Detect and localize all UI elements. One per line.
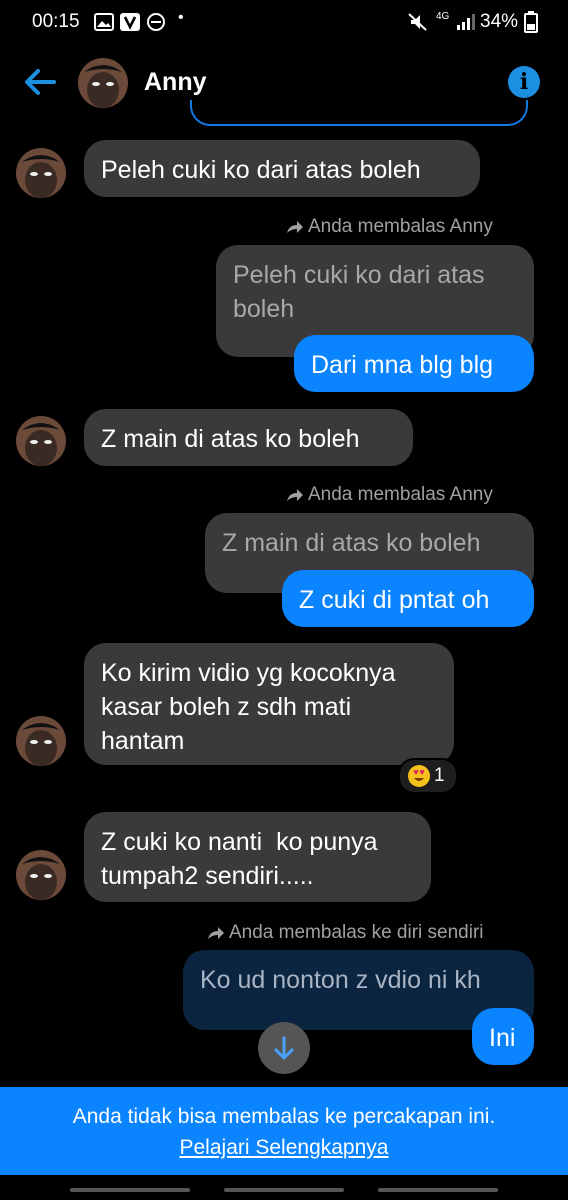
v-app-icon — [120, 13, 140, 31]
battery-percent: 34% — [480, 11, 519, 32]
heart-eyes-emoji-icon — [408, 765, 430, 787]
system-nav-bar — [0, 1175, 568, 1200]
reply-label: Anda membalas Anny — [286, 216, 493, 238]
contact-avatar[interactable] — [78, 58, 128, 108]
battery-icon — [524, 11, 538, 33]
status-time: 00:15 — [32, 11, 80, 32]
reply-label: Anda membalas ke diri sendiri — [207, 922, 484, 944]
outgoing-message[interactable]: Ini — [472, 1008, 534, 1065]
reply-arrow-icon — [208, 927, 224, 939]
mute-icon — [408, 13, 427, 31]
banner-notice: Anda tidak bisa membalas ke percakapan i… — [72, 1105, 496, 1128]
contact-name[interactable]: Anny — [144, 68, 207, 97]
sender-avatar[interactable] — [16, 850, 66, 900]
arrow-down-icon — [274, 1036, 294, 1060]
status-bar: 00:15 • 4G 34% — [0, 0, 568, 44]
cannot-reply-banner: Anda tidak bisa membalas ke percakapan i… — [0, 1087, 568, 1175]
signal-icon — [457, 14, 475, 30]
incoming-message[interactable]: Z cuki ko nanti ko punya tumpah2 sendiri… — [84, 812, 431, 902]
partial-message-bubble — [190, 100, 528, 126]
nav-recents[interactable] — [70, 1188, 190, 1192]
gallery-icon — [94, 13, 114, 31]
reply-arrow-icon — [287, 489, 303, 501]
back-arrow-icon[interactable] — [20, 64, 60, 100]
incoming-message[interactable]: Ko kirim vidio yg kocoknya kasar boleh z… — [84, 643, 454, 765]
nav-home[interactable] — [224, 1188, 344, 1192]
sender-avatar[interactable] — [16, 716, 66, 766]
network-type: 4G — [436, 11, 450, 22]
reply-arrow-icon — [287, 221, 303, 233]
nav-back[interactable] — [378, 1188, 498, 1192]
reaction-badge[interactable]: 1 — [398, 758, 458, 794]
incoming-message[interactable]: Z main di atas ko boleh — [84, 409, 413, 466]
info-icon[interactable]: i — [508, 66, 540, 98]
learn-more-link[interactable]: Pelajari Selengkapnya — [0, 1136, 568, 1160]
sender-avatar[interactable] — [16, 416, 66, 466]
outgoing-message[interactable]: Z cuki di pntat oh — [282, 570, 534, 627]
dnd-icon — [147, 13, 165, 31]
incoming-message[interactable]: Peleh cuki ko dari atas boleh — [84, 140, 480, 197]
scroll-to-bottom-button[interactable] — [258, 1022, 310, 1074]
reaction-count: 1 — [434, 765, 445, 786]
reply-label: Anda membalas Anny — [286, 484, 493, 506]
dot-icon: • — [178, 9, 184, 26]
sender-avatar[interactable] — [16, 148, 66, 198]
outgoing-message[interactable]: Dari mna blg blg — [294, 335, 534, 392]
